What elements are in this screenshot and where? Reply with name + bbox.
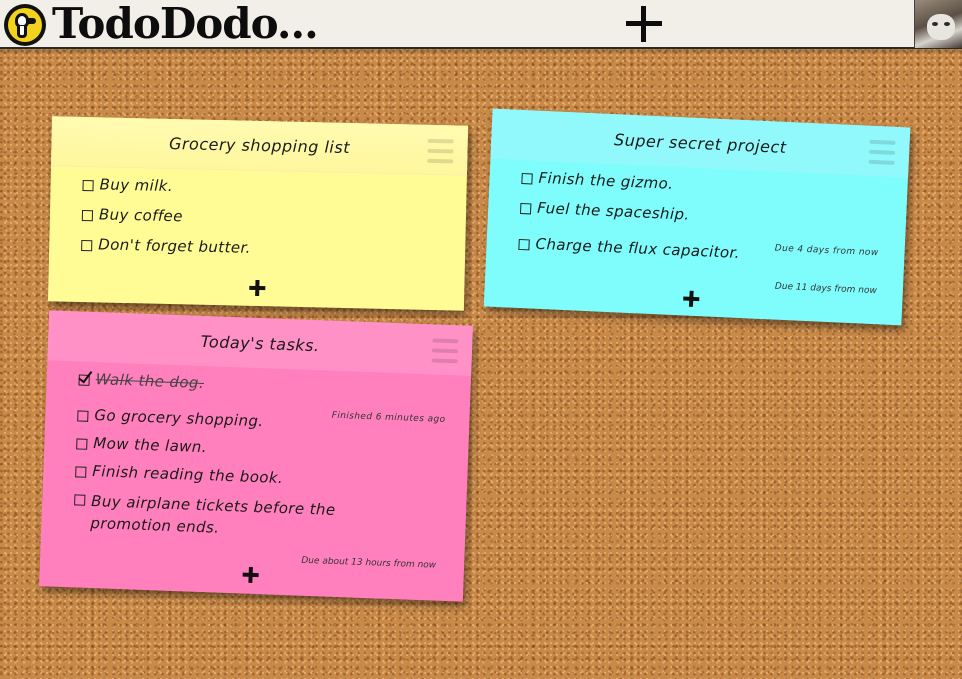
top-bar: TodoDodo... <box>0 0 962 49</box>
checkbox[interactable] <box>75 466 87 478</box>
due-date-label: Due 4 days from now <box>774 243 879 259</box>
todo-item-text[interactable]: Finish the gizmo. <box>538 169 674 193</box>
checkbox[interactable] <box>74 494 86 506</box>
todo-item: Walk the dog. <box>78 369 447 410</box>
add-note-button[interactable] <box>624 4 664 44</box>
todo-item-text[interactable]: Go grocery shopping. <box>94 406 264 430</box>
note-super-secret-project[interactable]: Super secret project Finish the gizmo. F… <box>483 108 911 326</box>
completed-time-label: Finished 6 minutes ago <box>331 410 446 425</box>
note-title: Today's tasks. <box>200 331 320 355</box>
note-header[interactable]: Grocery shopping list <box>51 116 469 176</box>
note-title: Super secret project <box>613 129 787 157</box>
checkbox[interactable] <box>81 210 94 222</box>
add-item-button[interactable] <box>241 566 260 585</box>
todo-item-text[interactable]: Walk the dog. <box>95 370 204 392</box>
checkbox[interactable] <box>519 202 532 215</box>
todo-item-text[interactable]: Don't forget butter. <box>98 235 251 256</box>
menu-icon[interactable] <box>431 338 459 364</box>
todo-list: Buy milk. Buy coffee Don't forget butter… <box>49 166 467 273</box>
todo-item-text[interactable]: Buy airplane tickets before the promotio… <box>90 490 341 543</box>
checkbox[interactable] <box>521 173 533 185</box>
due-date-label: Due about 13 hours from now <box>301 555 437 571</box>
dodo-logo-icon[interactable] <box>4 4 46 46</box>
todo-item-text[interactable]: Mow the lawn. <box>93 434 207 456</box>
note-title: Grocery shopping list <box>168 133 351 158</box>
todo-list: Finish the gizmo. Fuel the spaceship. Ch… <box>486 159 908 282</box>
note-grocery-shopping-list[interactable]: Grocery shopping list Buy milk. Buy coff… <box>47 116 469 311</box>
add-item-button[interactable] <box>682 289 701 308</box>
app-title: TodoDodo... <box>52 0 319 48</box>
note-todays-tasks[interactable]: Today's tasks. Walk the dog. Go grocery … <box>39 310 473 602</box>
checkbox[interactable] <box>82 180 94 192</box>
todo-list: Walk the dog. Go grocery shopping. Finis… <box>41 360 471 547</box>
due-date-label: Due 11 days from now <box>774 281 878 297</box>
add-item-button[interactable] <box>248 279 266 297</box>
checkbox[interactable] <box>518 238 530 251</box>
checkbox[interactable] <box>81 239 93 252</box>
todo-item-text[interactable]: Buy milk. <box>99 175 173 195</box>
todo-item-text[interactable]: Charge the flux capacitor. <box>535 235 740 262</box>
checkbox[interactable] <box>77 410 89 422</box>
menu-icon[interactable] <box>868 139 896 165</box>
avatar[interactable] <box>914 0 962 48</box>
todo-item-text[interactable]: Buy coffee <box>99 205 183 225</box>
checkbox[interactable] <box>76 438 88 450</box>
checkbox-checked[interactable] <box>78 374 90 386</box>
cat-avatar-icon <box>927 14 955 40</box>
menu-icon[interactable] <box>427 138 454 164</box>
